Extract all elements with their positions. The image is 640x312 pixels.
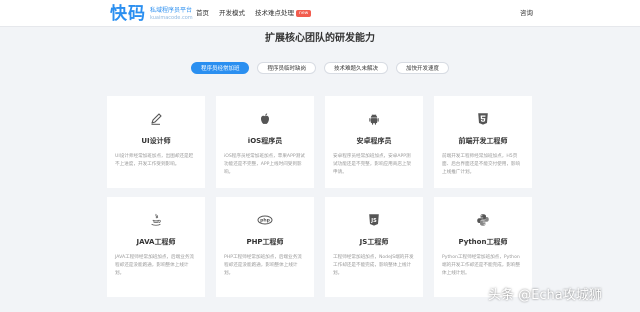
- javascript-icon: JS: [325, 213, 423, 227]
- card-title: 安卓程序员: [356, 137, 392, 145]
- card-description: iOS程序员经常加班加点，苹果APP测试功能还是不完整，APP上线时间受到影响。: [224, 154, 305, 175]
- nav-item-tech-difficulty[interactable]: 技术难点处理 new: [255, 9, 312, 18]
- card-description: PHP工程师经常加班加点，后端业务流程却还是没能跑通，影响整体上线计划。: [224, 255, 302, 276]
- main-nav: 首页 开发模式 技术难点处理 new: [196, 9, 321, 18]
- tab-tech-problem[interactable]: 技术难题久未解决: [324, 62, 389, 74]
- role-card-ios[interactable]: iOS程序员 iOS程序员经常加班加点，苹果APP测试功能还是不完整，APP上线…: [216, 96, 314, 188]
- tab-overtime[interactable]: 程序员经常加班: [190, 62, 250, 74]
- role-card-php[interactable]: php PHP工程师 PHP工程师经常加班加点，后端业务流程却还是没能跑通，影响…: [216, 197, 314, 297]
- card-title: Python工程师: [458, 238, 508, 246]
- nav-item-consult[interactable]: 咨询: [520, 9, 533, 18]
- card-description: 工程师经常加班加点，NodeJS端的开发工作却还是不能完成，影响整体上线计划。: [333, 255, 414, 276]
- card-description: 安卓程序员经常加班加点，安卓APP测试功能还是不完整，影响应用商店上架申请。: [333, 154, 412, 175]
- logo-domain: kuaimacode.com: [150, 14, 193, 21]
- top-navbar: 快码 私域程序员平台 kuaimacode.com 首页 开发模式 技术难点处理…: [0, 0, 640, 27]
- card-title: iOS程序员: [247, 137, 283, 145]
- logo-tagline: 私域程序员平台: [150, 6, 193, 14]
- role-card-android[interactable]: 安卓程序员 安卓程序员经常加班加点，安卓APP测试功能还是不完整，影响应用商店上…: [325, 96, 423, 188]
- nav-item-dev-mode[interactable]: 开发模式: [219, 9, 245, 18]
- role-card-python[interactable]: Python工程师 Python工程师经常加班加点，Python端的开发工作却还…: [434, 197, 532, 297]
- nav-item-tech-difficulty-label: 技术难点处理: [255, 9, 294, 17]
- role-card-frontend[interactable]: 前端开发工程师 前端开发工程师经常加班加点，H5页面、后台界面还是不能交付使用，…: [434, 96, 532, 188]
- watermark: 头条 @Echa攻城狮: [488, 288, 602, 303]
- tab-temporary-vacancy[interactable]: 程序员临时缺岗: [257, 62, 316, 74]
- role-card-js[interactable]: JS JS工程师 工程师经常加班加点，NodeJS端的开发工作却还是不能完成，影…: [325, 197, 423, 297]
- android-icon: [325, 112, 423, 126]
- role-card-ui[interactable]: UI设计师 UI设计师经常加班加点，出图却还是赶不上进度，开发工作受到影响。: [107, 96, 205, 188]
- card-description: Python工程师经常加班加点，Python端的开发工作却还是不能完成，影响整体…: [442, 255, 521, 276]
- section-title: 扩展核心团队的研发能力: [265, 33, 375, 44]
- card-description: 前端开发工程师经常加班加点，H5页面、后台界面还是不能交付使用，影响上线推广计划…: [442, 154, 521, 175]
- php-icon: php: [216, 213, 314, 227]
- scenario-tabs: 程序员经常加班 程序员临时缺岗 技术难题久未解决 加快开发速度: [0, 62, 640, 74]
- card-title: UI设计师: [141, 137, 171, 145]
- logo-subtitle: 私域程序员平台 kuaimacode.com: [150, 7, 193, 22]
- new-badge: new: [296, 10, 312, 17]
- card-title: 前端开发工程师: [458, 137, 508, 145]
- python-icon: [434, 213, 532, 227]
- card-title: PHP工程师: [246, 238, 284, 246]
- role-card-java[interactable]: JAVA工程师 JAVA工程师经常加班加点，后端业务流程却还是没能跑通，影响整体…: [107, 197, 205, 297]
- card-description: UI设计师经常加班加点，出图却还是赶不上进度，开发工作受到影响。: [115, 154, 194, 167]
- js-icon-text: JS: [370, 218, 377, 224]
- apple-icon: [216, 112, 314, 126]
- card-title: JS工程师: [359, 238, 389, 246]
- edit-pen-icon: [107, 112, 205, 126]
- php-icon-text: php: [260, 218, 271, 224]
- html5-icon: [434, 112, 532, 126]
- nav-item-home[interactable]: 首页: [196, 9, 209, 18]
- logo-text: 快码: [110, 4, 146, 24]
- card-description: JAVA工程师经常加班加点，后端业务流程却还是没能跑通，影响整体上线计划。: [115, 255, 195, 276]
- java-icon: [107, 213, 205, 227]
- card-title: JAVA工程师: [136, 238, 176, 246]
- site-logo[interactable]: 快码 私域程序员平台 kuaimacode.com: [110, 5, 193, 23]
- tab-speed-up[interactable]: 加快开发速度: [396, 62, 450, 74]
